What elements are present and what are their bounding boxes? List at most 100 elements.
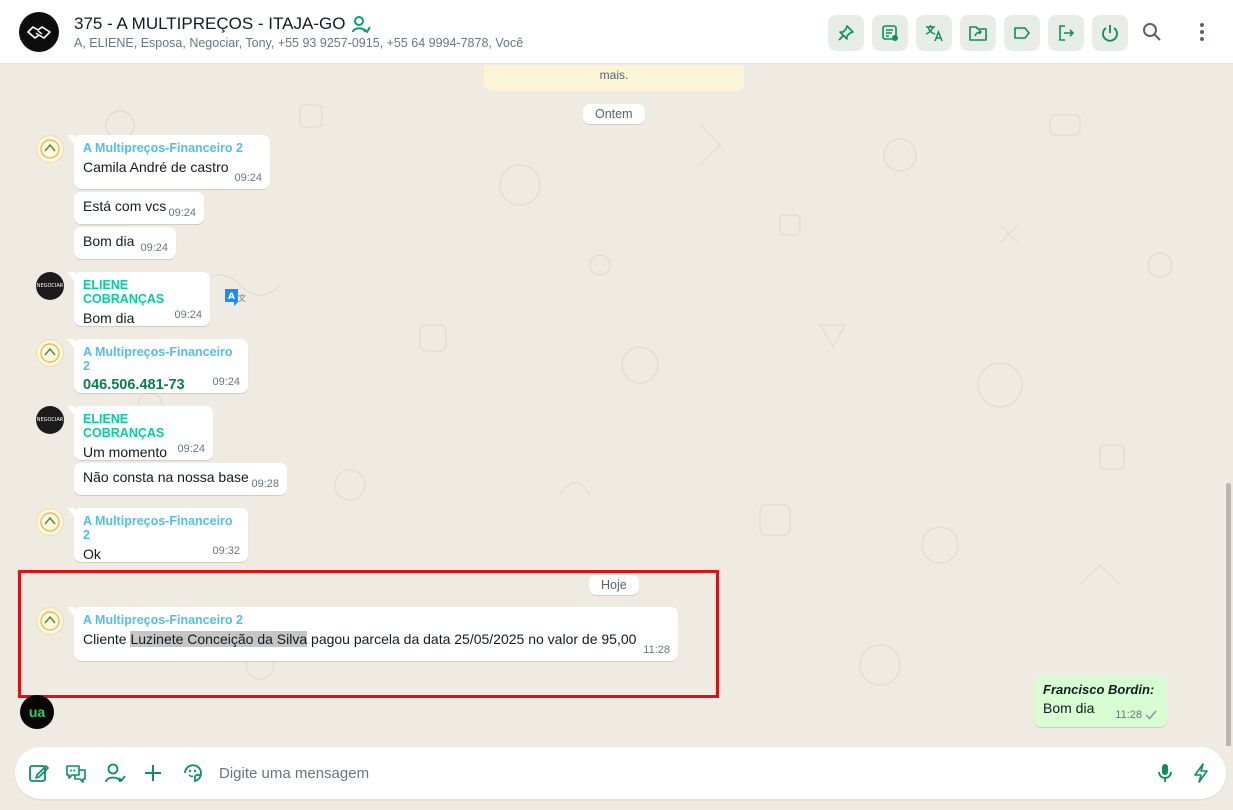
system-note-text: mais.: [599, 68, 629, 82]
chat-bubbles-icon: [66, 765, 86, 783]
translate-button[interactable]: [916, 15, 952, 51]
avatar-multiprecos[interactable]: [36, 339, 64, 367]
message-time: 09:32: [212, 545, 240, 557]
message-time: 09:24: [212, 376, 240, 388]
search-button[interactable]: [1140, 20, 1164, 44]
folder-share-icon: [969, 26, 987, 41]
svg-text:文: 文: [238, 293, 246, 303]
message-time: 09:24: [234, 172, 262, 184]
message-bubble[interactable]: A Multipreços-Financeiro 2 Camila André …: [67, 135, 270, 189]
translate-badge[interactable]: A 文: [222, 287, 248, 311]
translate-icon: [925, 25, 943, 42]
attach-button[interactable]: [141, 761, 165, 785]
lightning-icon: [1194, 763, 1208, 783]
message-text: Cliente Luzinete Conceição da Silva pago…: [83, 631, 669, 647]
message-text: Não consta na nossa base: [83, 469, 249, 485]
sticker-icon: [184, 764, 202, 783]
group-contact-icon: [352, 16, 372, 33]
pin-icon: [838, 25, 854, 41]
menu-button[interactable]: [1190, 20, 1214, 44]
chat-scrollbar[interactable]: [1226, 483, 1231, 746]
message-composer: [15, 747, 1226, 799]
app-fab-button[interactable]: ua: [20, 695, 54, 729]
message-time: 09:28: [251, 478, 279, 490]
message-bubble[interactable]: ELIENE COBRANÇAS Bom dia 09:24: [67, 272, 210, 326]
message-time: 09:24: [174, 309, 202, 321]
search-icon: [1143, 23, 1161, 41]
message-time: 09:24: [168, 207, 196, 219]
multiprecos-logo-icon: [40, 512, 60, 532]
message-sender[interactable]: A Multipreços-Financeiro 2: [83, 141, 261, 155]
svg-text:A: A: [228, 292, 235, 302]
message-bubble[interactable]: ELIENE COBRANÇAS Um momento 09:24: [67, 406, 213, 460]
message-sender[interactable]: ELIENE COBRANÇAS: [83, 412, 204, 440]
message-time: 09:24: [140, 242, 168, 254]
single-check-icon: [1145, 710, 1157, 720]
outgoing-time-wrap: 11:28: [1115, 709, 1157, 721]
message-input[interactable]: [219, 761, 1119, 785]
group-avatar[interactable]: [19, 12, 59, 52]
message-sender[interactable]: A Multipreços-Financeiro 2: [83, 514, 239, 542]
chat-header: 375 - A MULTIPREÇOS - ITAJA-GO A, ELIENE…: [0, 0, 1233, 64]
message-text-highlight: Luzinete Conceição da Silva: [130, 631, 308, 647]
message-bubble[interactable]: A Multipreços-Financeiro 2 046.506.481-7…: [67, 339, 248, 393]
outgoing-message-bubble[interactable]: Francisco Bordin: Bom dia 11:28: [1034, 676, 1167, 727]
chat-panel[interactable]: mais. Ontem A Multipreços-Financeiro 2 C…: [0, 65, 1233, 746]
message-text-after: pagou parcela da data 25/05/2025 no valo…: [307, 631, 637, 647]
message-bubble[interactable]: A Multipreços-Financeiro 2 Ok 09:32: [67, 508, 248, 562]
group-members: A, ELIENE, Esposa, Negociar, Tony, +55 9…: [74, 36, 524, 50]
avatar-multiprecos[interactable]: [36, 508, 64, 536]
power-button[interactable]: [1092, 15, 1128, 51]
message-bubble[interactable]: A Multipreços-Financeiro 2 Cliente Luzin…: [67, 607, 678, 661]
edit-button[interactable]: [27, 761, 51, 785]
date-separator-yesterday: Ontem: [583, 104, 645, 124]
quick-reply-button[interactable]: [1189, 761, 1213, 785]
multiprecos-logo-icon: [40, 343, 60, 363]
message-sender[interactable]: ELIENE COBRANÇAS: [83, 278, 201, 306]
plus-icon: [145, 765, 161, 781]
chat-note-button[interactable]: [872, 15, 908, 51]
contact-icon: [105, 763, 126, 783]
exit-icon: [1059, 25, 1075, 41]
message-sender[interactable]: A Multipreços-Financeiro 2: [83, 613, 669, 627]
avatar-eliene-text: NEGOCIAR: [36, 283, 64, 289]
system-note: mais.: [484, 65, 744, 91]
exit-button[interactable]: [1048, 15, 1084, 51]
app-fab-label: ua: [28, 704, 46, 720]
avatar-eliene[interactable]: NEGOCIAR: [36, 406, 64, 434]
sticker-button[interactable]: [181, 761, 205, 785]
mic-icon: [1158, 764, 1172, 782]
message-time: 11:28: [643, 644, 670, 656]
outgoing-author: Francisco Bordin:: [1043, 682, 1155, 697]
power-icon: [1102, 25, 1118, 42]
pin-button[interactable]: [828, 15, 864, 51]
group-title[interactable]: 375 - A MULTIPREÇOS - ITAJA-GO: [74, 14, 372, 34]
avatar-eliene[interactable]: NEGOCIAR: [36, 272, 64, 300]
message-bubble[interactable]: Bom dia 09:24: [74, 227, 176, 259]
outgoing-time: 11:28: [1115, 709, 1142, 721]
handshake-icon: [27, 26, 51, 39]
message-bubble[interactable]: Está com vcs 09:24: [74, 192, 204, 224]
chat-bubbles-button[interactable]: [64, 761, 88, 785]
contact-button[interactable]: [103, 761, 127, 785]
avatar-multiprecos[interactable]: [36, 607, 64, 635]
multiprecos-logo-icon: [40, 611, 60, 631]
date-separator-today: Hoje: [589, 575, 639, 595]
folder-share-button[interactable]: [960, 15, 996, 51]
message-time: 09:24: [177, 443, 205, 455]
label-icon: [1014, 27, 1030, 39]
message-text-before: Cliente: [83, 631, 131, 647]
header-toolbar: [828, 15, 1128, 51]
avatar-multiprecos[interactable]: [36, 135, 64, 163]
chat-note-icon: [882, 25, 898, 41]
mic-button[interactable]: [1153, 761, 1177, 785]
avatar-eliene-text: NEGOCIAR: [36, 417, 64, 423]
translate-badge-icon: A 文: [225, 289, 246, 306]
label-button[interactable]: [1004, 15, 1040, 51]
kebab-menu-icon: [1200, 23, 1204, 41]
multiprecos-logo-icon: [40, 139, 60, 159]
group-title-text: 375 - A MULTIPREÇOS - ITAJA-GO: [74, 14, 346, 33]
message-sender[interactable]: A Multipreços-Financeiro 2: [83, 345, 239, 373]
message-bubble[interactable]: Não consta na nossa base 09:28: [74, 463, 287, 495]
edit-icon: [29, 765, 49, 782]
